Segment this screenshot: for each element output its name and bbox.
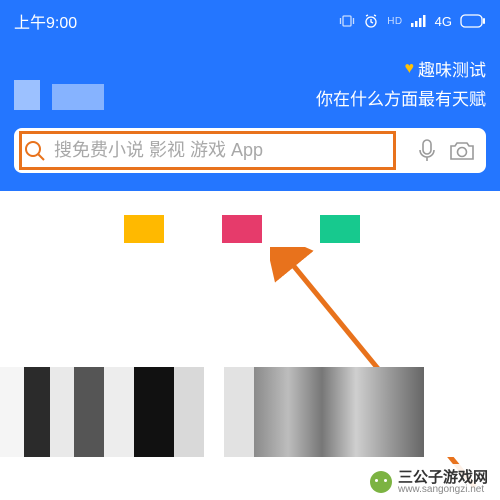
network-indicator: 4G <box>435 14 452 29</box>
vibrate-icon <box>339 14 355 28</box>
pixelated-block <box>52 84 104 110</box>
hd-indicator: HD <box>387 16 402 27</box>
heart-icon: ♥ <box>405 60 415 78</box>
pixelated-block <box>14 80 40 110</box>
banner-title: 趣味测试 <box>418 56 486 81</box>
search-input[interactable] <box>46 136 406 165</box>
watermark-footer: 三公子游戏网 www.sangongzi.net <box>0 464 500 500</box>
microphone-icon[interactable] <box>416 138 438 164</box>
banner-subtitle: 你在什么方面最有天赋 <box>316 85 486 110</box>
watermark-title: 三公子游戏网 <box>398 470 488 485</box>
app-header: 上午9:00 HD 4G ♥ 趣味测试 你在什么方面最有天赋 <box>0 0 500 191</box>
status-indicators: HD 4G <box>339 13 486 29</box>
content-area <box>0 191 500 491</box>
pixelated-content <box>0 367 500 457</box>
status-bar: 上午9:00 HD 4G <box>14 10 486 32</box>
tile-row <box>124 215 470 243</box>
category-tile[interactable] <box>320 215 360 243</box>
search-icon <box>24 140 46 162</box>
banner-text[interactable]: ♥ 趣味测试 你在什么方面最有天赋 <box>316 56 486 110</box>
category-tile[interactable] <box>222 215 262 243</box>
signal-icon <box>411 15 427 27</box>
watermark-url: www.sangongzi.net <box>398 485 488 495</box>
battery-icon <box>460 14 486 28</box>
promo-banner: ♥ 趣味测试 你在什么方面最有天赋 <box>14 56 486 110</box>
status-time: 上午9:00 <box>14 9 77 33</box>
banner-placeholder <box>14 80 104 110</box>
search-bar <box>14 128 486 173</box>
category-tile[interactable] <box>124 215 164 243</box>
camera-icon[interactable] <box>448 139 476 163</box>
android-logo-icon <box>370 471 392 493</box>
alarm-icon <box>363 13 379 29</box>
